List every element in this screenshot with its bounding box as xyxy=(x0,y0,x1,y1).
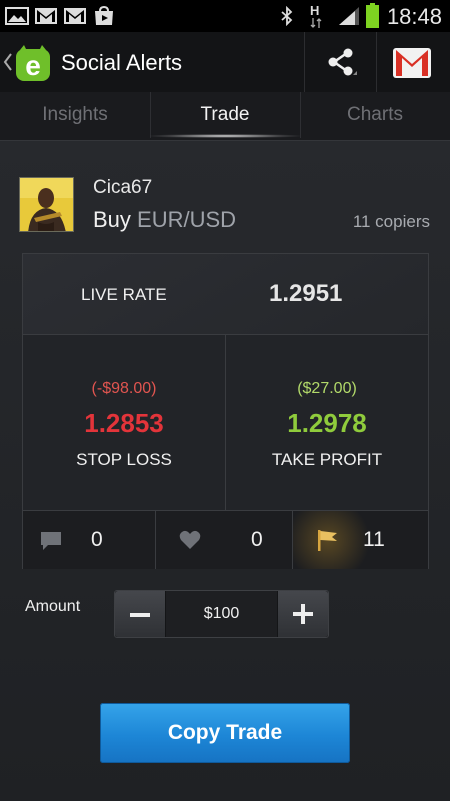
avatar-photo xyxy=(20,178,73,231)
instrument-pair: EUR/USD xyxy=(137,207,237,232)
svg-text:e: e xyxy=(25,50,41,81)
comments-stat[interactable]: 0 xyxy=(23,511,155,569)
username[interactable]: Cica67 xyxy=(93,177,152,199)
tab-trade[interactable]: Trade xyxy=(150,92,300,138)
status-bar: H 18:48 xyxy=(0,0,450,32)
bluetooth-icon xyxy=(281,6,293,26)
trade-title: Buy EUR/USD xyxy=(93,207,236,233)
stats-row: 0 0 11 xyxy=(23,510,428,569)
gmail-notification-icon xyxy=(35,8,57,24)
active-tab-indicator xyxy=(150,134,300,138)
share-button[interactable] xyxy=(304,32,377,92)
tab-insights[interactable]: Insights xyxy=(0,92,150,138)
stop-loss-label: STOP LOSS xyxy=(76,450,172,469)
signal-icon xyxy=(339,7,359,25)
amount-label: Amount xyxy=(25,598,81,615)
live-rate-row: LIVE RATE 1.2951 xyxy=(23,254,428,335)
amount-value[interactable]: $100 xyxy=(165,591,278,637)
stop-loss-box: (-$98.00) 1.2853 STOP LOSS xyxy=(23,334,226,510)
take-profit-rate: 1.2978 xyxy=(287,408,367,438)
battery-icon xyxy=(366,3,379,28)
gallery-icon xyxy=(5,7,29,25)
likes-count: 0 xyxy=(251,528,263,551)
comments-count: 0 xyxy=(91,528,103,551)
minus-icon xyxy=(130,613,150,617)
tab-bar: Insights Trade Charts xyxy=(0,92,450,140)
share-icon xyxy=(328,48,357,76)
gmail-share-button[interactable] xyxy=(376,32,450,92)
stop-loss-rate: 1.2853 xyxy=(84,408,164,438)
decrease-amount-button[interactable] xyxy=(115,591,166,637)
likes-stat[interactable]: 0 xyxy=(156,511,292,569)
copiers-stat[interactable]: 11 xyxy=(293,511,428,569)
copiers-count: 11 copiers xyxy=(352,212,430,231)
take-profit-pl: ($27.00) xyxy=(297,380,357,397)
flag-icon xyxy=(318,530,337,551)
action-bar: e Social Alerts xyxy=(0,32,450,93)
avatar[interactable] xyxy=(19,177,74,232)
trade-direction: Buy xyxy=(93,207,131,232)
live-rate-label: LIVE RATE xyxy=(81,285,167,304)
app-home-button[interactable]: e xyxy=(0,32,58,92)
play-store-icon xyxy=(95,6,113,25)
amount-stepper: $100 xyxy=(114,590,329,638)
copy-trade-button[interactable]: Copy Trade xyxy=(100,703,350,763)
gmail-notification-icon xyxy=(64,8,86,24)
gmail-icon xyxy=(393,48,431,78)
data-arrows-icon xyxy=(310,18,322,28)
live-rate-value: 1.2951 xyxy=(269,280,343,307)
comment-icon xyxy=(41,532,61,550)
status-clock: 18:48 xyxy=(386,4,442,29)
trade-panel: LIVE RATE 1.2951 (-$98.00) 1.2853 STOP L… xyxy=(22,253,429,569)
stop-loss-pl: (-$98.00) xyxy=(91,380,157,397)
plus-icon xyxy=(293,604,313,624)
network-type: H xyxy=(310,3,320,18)
take-profit-label: TAKE PROFIT xyxy=(271,450,383,469)
flags-count: 11 xyxy=(363,528,385,551)
app-title: Social Alerts xyxy=(61,50,183,75)
increase-amount-button[interactable] xyxy=(277,591,328,637)
take-profit-box: ($27.00) 1.2978 TAKE PROFIT xyxy=(226,334,428,510)
etoro-logo-icon: e xyxy=(16,45,50,81)
tab-charts[interactable]: Charts xyxy=(300,92,450,138)
heart-icon xyxy=(179,530,201,549)
